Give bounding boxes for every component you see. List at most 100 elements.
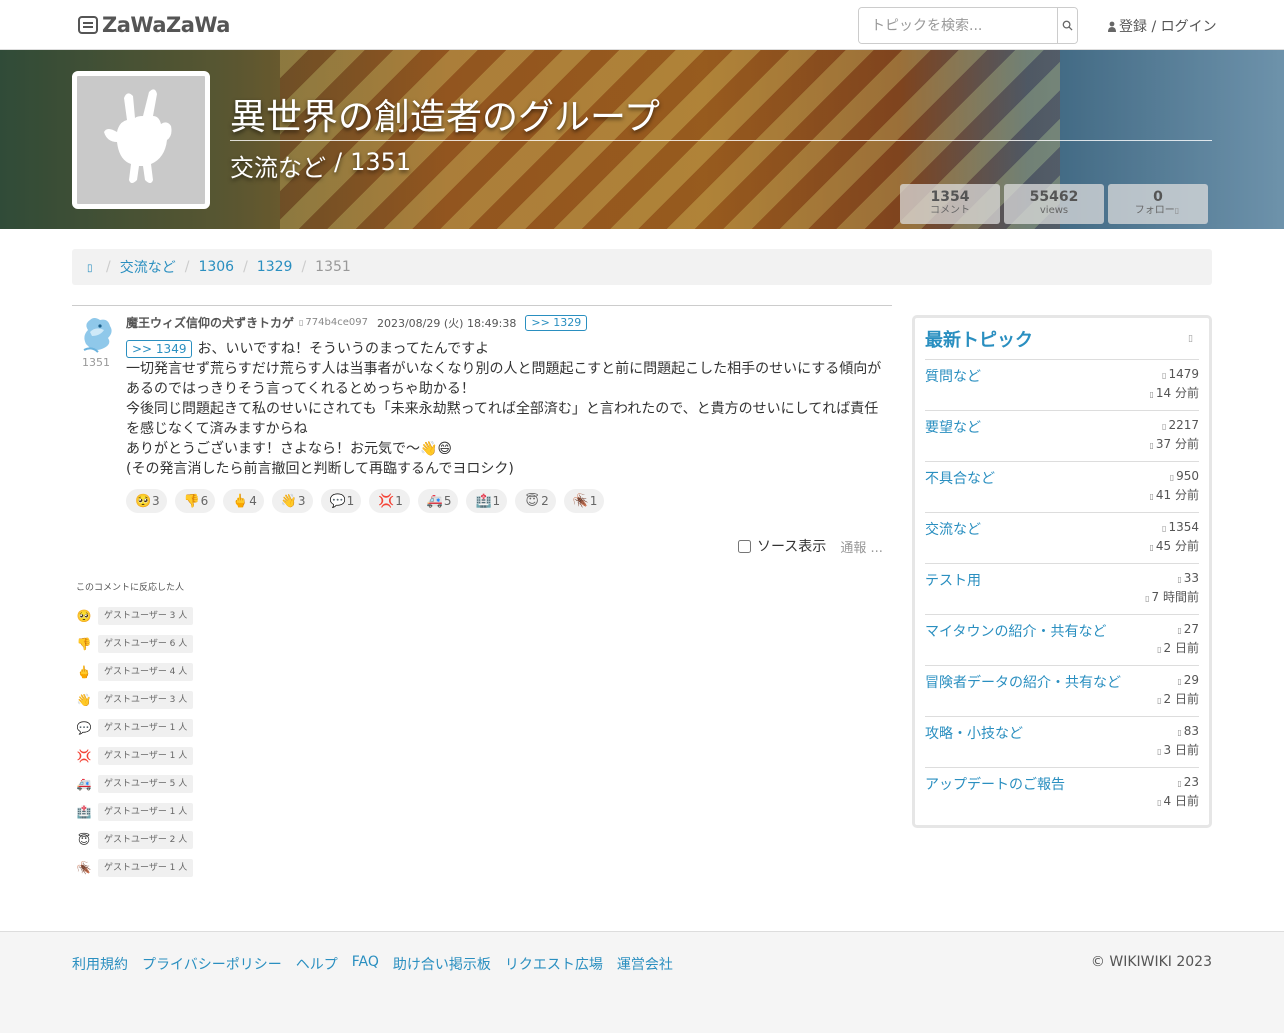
search-button[interactable] [1057, 8, 1077, 43]
topic-link[interactable]: 要望など [925, 417, 981, 437]
topic-item: 交流など ▯ 1354 ▯ 45 分前 [925, 513, 1199, 564]
topic-count: 950 [1176, 469, 1199, 483]
topic-link[interactable]: 交流など [925, 519, 981, 539]
reaction-count: 1 [589, 494, 598, 508]
speech-bubble-icon: 💬 [76, 721, 92, 735]
reacted-users-title: このコメントに反応した人 [76, 583, 185, 593]
reacted-users-list: 🥺 ゲストユーザー 3 人 👎 ゲストユーザー 6 人 🖕 ゲストユーザー 4 人 👋… [76, 602, 194, 882]
reacted-count-tag: ゲストユーザー 4 人 [98, 663, 194, 681]
author-name[interactable]: 魔王ウィズ信仰の犬ずきトカゲ [126, 314, 294, 331]
topic-count: 23 [1183, 775, 1199, 789]
clock-icon: ▯ [1157, 747, 1162, 756]
reaction-button[interactable]: 🏥 1 [466, 489, 508, 513]
topic-link[interactable]: 冒険者データの紹介・共有など [925, 672, 1121, 692]
home-link[interactable]: ▯ [87, 259, 97, 275]
topic-item: テスト用 ▯ 33 ▯ 7 時間前 [925, 564, 1199, 615]
copyright: © WIKIWIKI 2023 [1090, 954, 1212, 970]
ambulance-icon: 🚑 [76, 777, 92, 791]
reply-to-link[interactable]: >> 1329 [525, 314, 588, 331]
topic-time: 4 日前 [1163, 794, 1199, 808]
footer-link-help[interactable]: ヘルプ [296, 954, 338, 974]
topic-link[interactable]: マイタウンの紹介・共有など [925, 621, 1106, 641]
footer-link-faq[interactable]: FAQ [352, 954, 379, 974]
source-label[interactable]: ソース表示 [757, 536, 826, 556]
comment-line: (その発言消したら前言撤回と判断して再臨するんでヨロシク) [126, 461, 514, 477]
topic-count: 2217 [1168, 418, 1199, 432]
comment-icon: ▯ [1177, 728, 1182, 737]
breadcrumb-item[interactable]: 1306 [198, 259, 234, 275]
footer-link-company[interactable]: 運営会社 [617, 954, 673, 974]
topic-link[interactable]: 不具合など [925, 468, 995, 488]
user-id: 774b4ce097 [305, 317, 368, 328]
reaction-button[interactable]: 👋 3 [271, 489, 313, 513]
breadcrumb-topic[interactable]: 交流など [120, 257, 176, 277]
reacted-count-tag: ゲストユーザー 6 人 [98, 635, 194, 653]
comment-icon: ▯ [1169, 473, 1175, 482]
comment-icon: ▯ [1162, 422, 1167, 431]
top-navbar: ZaWaZaWa 登録 / ログイン [0, 0, 1284, 50]
angel-face-icon: 😇 [525, 493, 539, 509]
topic-link[interactable]: 攻略・小技など [925, 723, 1023, 743]
login-link[interactable]: 登録 / ログイン [1108, 16, 1217, 36]
source-toggle-checkbox[interactable] [738, 539, 751, 553]
chat-bubble-icon [78, 16, 98, 34]
footer-link-request[interactable]: リクエスト広場 [505, 954, 603, 974]
footer-link-help-board[interactable]: 助け合い掲示板 [393, 954, 491, 974]
comment: 1351 魔王ウィズ信仰の犬ずきトカゲ ▯ 774b4ce097 2023/08/… [72, 305, 892, 556]
comment-number: 1351 [350, 148, 412, 176]
reaction-button[interactable]: 💬 1 [320, 489, 362, 513]
stat-value: 55462 [1029, 189, 1079, 205]
topic-subtitle: 交流など / 1351 [230, 148, 411, 183]
stat-value: 1354 [930, 189, 970, 205]
reaction-button[interactable]: 🪳 1 [563, 489, 605, 513]
breadcrumb-item[interactable]: 1329 [257, 259, 293, 275]
waving-hand-icon: 👋 [280, 493, 298, 509]
topic-item: 冒険者データの紹介・共有など ▯ 29 ▯ 2 日前 [925, 666, 1199, 717]
topic-time: 45 分前 [1155, 539, 1199, 553]
comment-line: お、いいですね！そういうのまってたんですよ [197, 341, 490, 357]
latest-topics-panel: 最新トピック ▯ 質問など ▯ 1479 ▯ 14 分前 要望など ▯ 2217 ▯ 3… [912, 315, 1212, 828]
reaction-button[interactable]: 🥺 3 [126, 489, 167, 513]
reacted-count-tag: ゲストユーザー 2 人 [98, 831, 194, 849]
group-title: 異世界の創造者のグループ [230, 97, 660, 138]
latest-topics-title: 最新トピック [925, 329, 1033, 351]
reacted-count-tag: ゲストユーザー 3 人 [98, 607, 194, 625]
site-logo[interactable]: ZaWaZaWa [78, 13, 230, 37]
topic-time: 2 日前 [1163, 641, 1199, 655]
topic-item: アップデートのご報告 ▯ 23 ▯ 4 日前 [925, 768, 1199, 819]
search-form [858, 7, 1078, 44]
topic-time: 37 分前 [1155, 437, 1199, 451]
stat-comments: 1354 コメント [900, 184, 1000, 224]
follow-button[interactable]: 0 フォロー▯ [1108, 184, 1208, 224]
thumbs-down-icon: 👎 [76, 637, 92, 651]
topic-link[interactable]: テスト用 [925, 570, 981, 590]
comment-line: 一切発言せず荒らすだけ荒らす人は当事者がいなくなり別の人と問題起こすと前に問題起… [126, 361, 882, 397]
login-label: 登録 / ログイン [1119, 19, 1217, 35]
dragon-avatar-icon[interactable] [78, 314, 114, 354]
topic-link[interactable]: アップデートのご報告 [925, 774, 1065, 794]
footer-link-privacy[interactable]: プライバシーポリシー [142, 954, 282, 974]
topic-time: 2 日前 [1163, 692, 1199, 706]
reaction-button[interactable]: 🖕 4 [223, 489, 264, 513]
reaction-button[interactable]: 👎 6 [174, 489, 216, 513]
reacted-count-tag: ゲストユーザー 3 人 [98, 691, 194, 709]
inline-reply-link[interactable]: >> 1349 [126, 340, 193, 358]
report-link[interactable]: 通報 ... [840, 537, 883, 556]
reaction-button[interactable]: 💢 1 [369, 489, 410, 513]
chevron-right-icon[interactable]: ▯ [1188, 334, 1193, 344]
breadcrumb: ▯ / 交流など / 1306 / 1329 / 1351 [72, 249, 1212, 285]
reaction-count: 1 [492, 494, 501, 508]
pleading-face-icon: 🥺 [135, 493, 152, 509]
reacted-count-tag: ゲストユーザー 1 人 [98, 803, 194, 821]
middle-finger-icon: 🖕 [76, 665, 92, 679]
search-input[interactable] [859, 8, 1057, 43]
id-icon: ▯ [299, 318, 304, 327]
topic-link[interactable]: 質問など [925, 366, 981, 386]
reaction-button[interactable]: 🚑 5 [417, 489, 459, 513]
subtitle-separator: / [334, 148, 343, 176]
reaction-button[interactable]: 😇 2 [515, 489, 556, 513]
clock-icon: ▯ [1149, 441, 1154, 450]
comment-icon: ▯ [1177, 626, 1182, 635]
footer-link-terms[interactable]: 利用規約 [72, 954, 128, 974]
reaction-count: 1 [346, 494, 355, 508]
